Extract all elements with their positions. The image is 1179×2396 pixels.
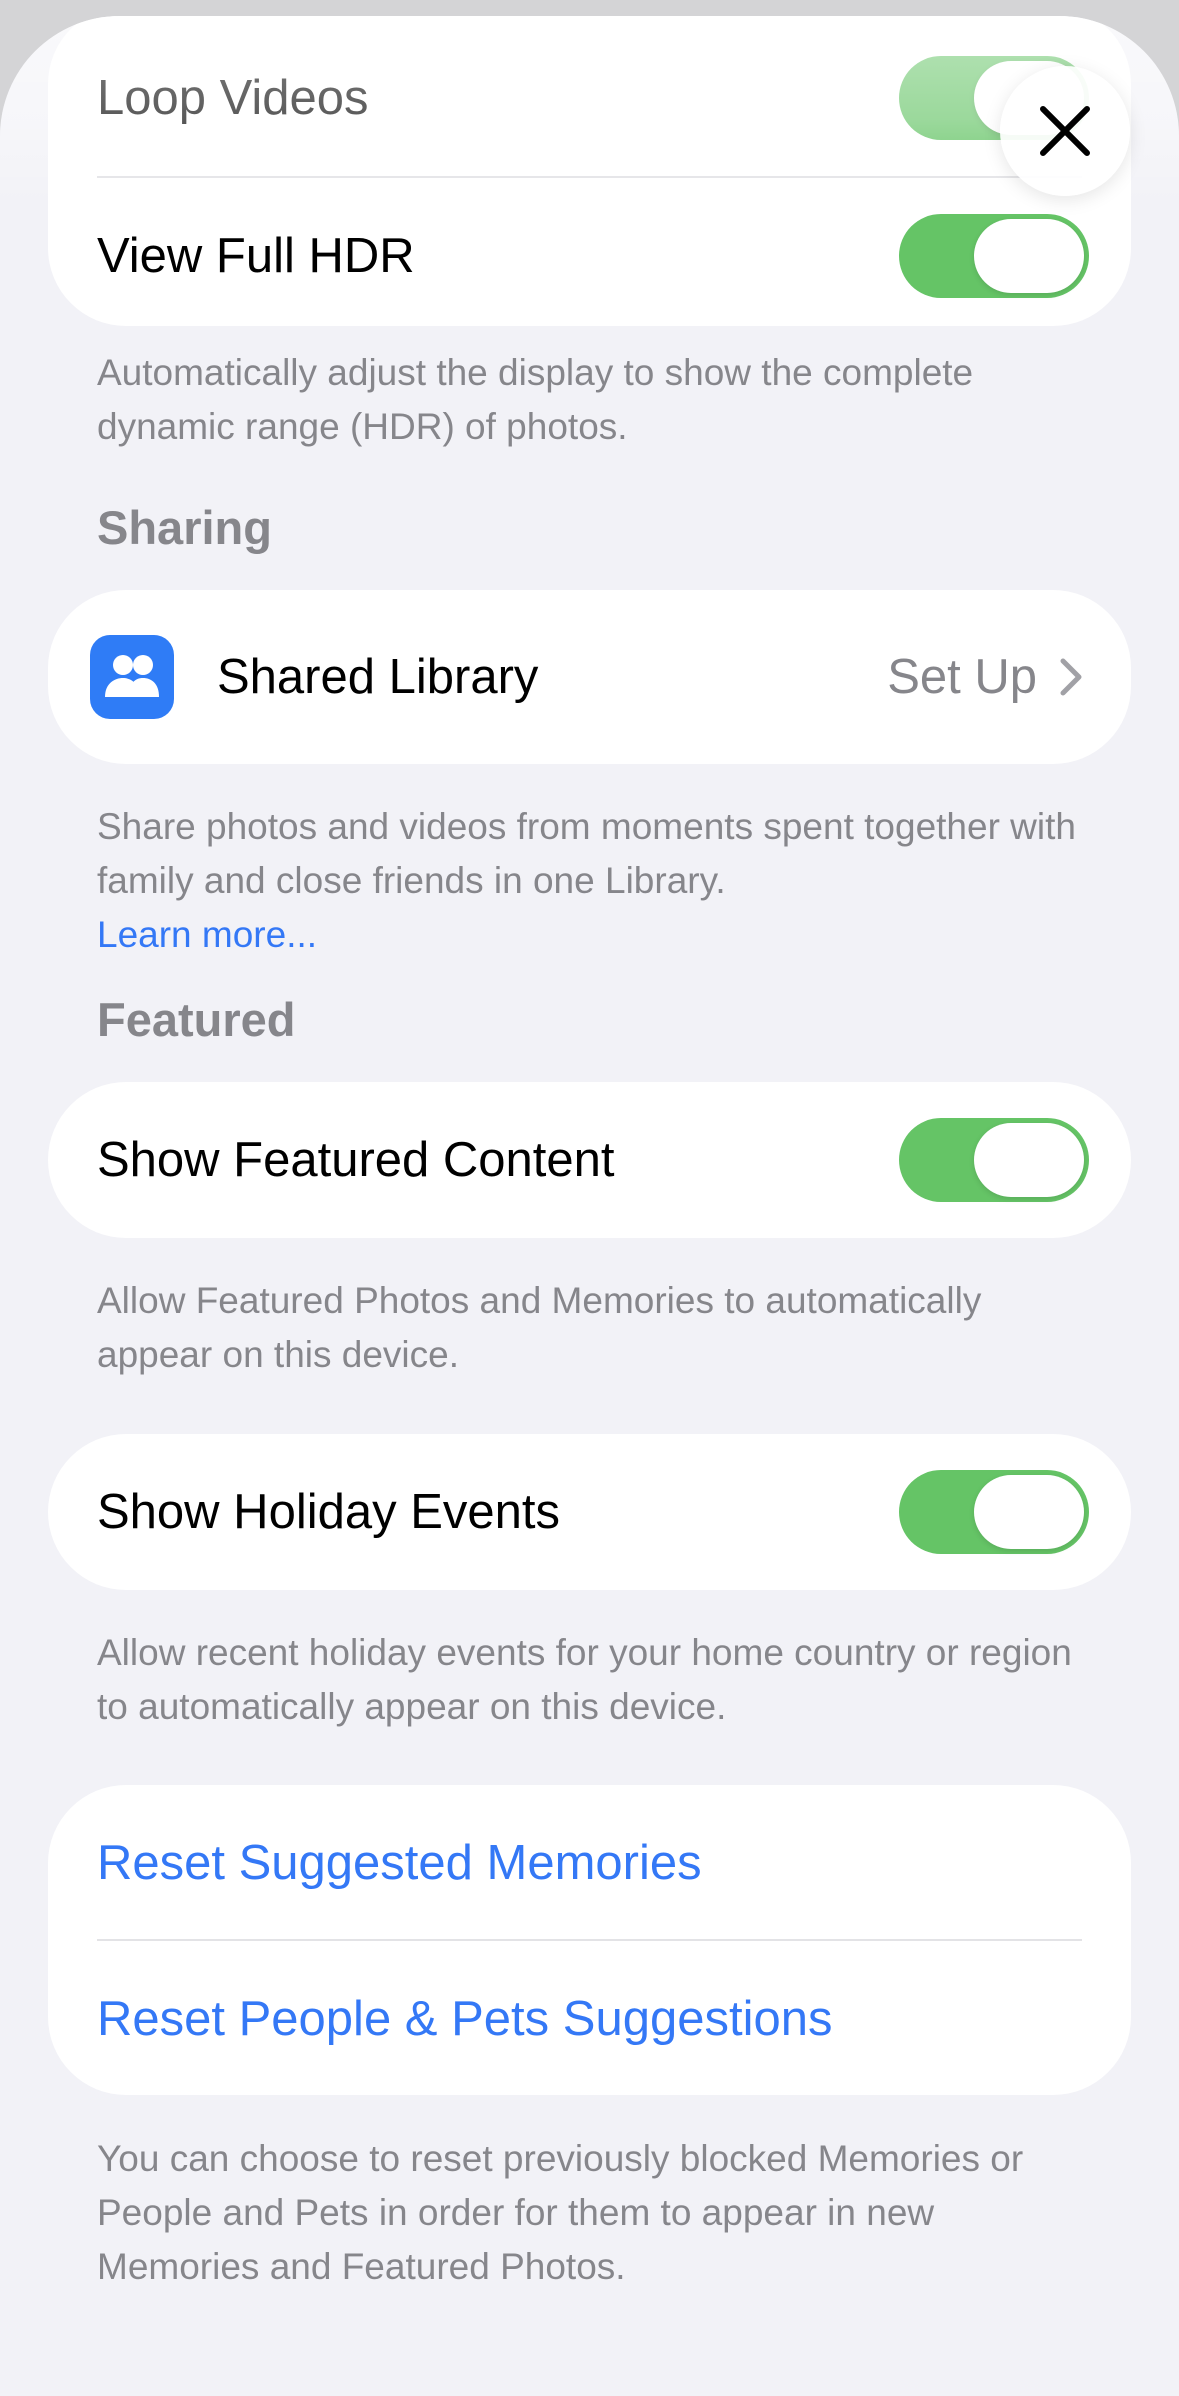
featured-content-group: Show Featured Content [48, 1082, 1131, 1238]
reset-suggested-memories-row[interactable]: Reset Suggested Memories [48, 1785, 1131, 1941]
close-button[interactable] [1000, 66, 1130, 196]
close-icon [1040, 106, 1090, 156]
shared-library-row[interactable]: Shared Library Set Up [48, 590, 1131, 764]
view-full-hdr-label: View Full HDR [97, 229, 415, 283]
view-full-hdr-row[interactable]: View Full HDR [48, 178, 1131, 326]
reset-people-pets-row[interactable]: Reset People & Pets Suggestions [48, 1941, 1131, 2095]
holiday-events-group: Show Holiday Events [48, 1434, 1131, 1590]
show-holiday-events-label: Show Holiday Events [97, 1485, 561, 1539]
show-holiday-events-row[interactable]: Show Holiday Events [48, 1434, 1131, 1590]
reset-suggested-memories-button[interactable]: Reset Suggested Memories [97, 1835, 702, 1891]
show-featured-content-label: Show Featured Content [97, 1133, 615, 1187]
chevron-right-icon [1060, 658, 1082, 696]
learn-more-link[interactable]: Learn more... [97, 914, 317, 955]
shared-library-label: Shared Library [217, 650, 539, 704]
hdr-footnote: Automatically adjust the display to show… [97, 352, 974, 447]
toggle-knob [974, 1475, 1084, 1549]
holiday-events-footnote: Allow recent holiday events for your hom… [97, 1632, 1072, 1727]
display-settings-group: Loop Videos View Full HDR [48, 16, 1131, 326]
toggle-knob [974, 219, 1084, 293]
sharing-footnote-text: Share photos and videos from moments spe… [97, 806, 1076, 901]
loop-videos-row[interactable]: Loop Videos [48, 20, 1131, 176]
people-icon [90, 635, 174, 719]
view-full-hdr-toggle[interactable] [899, 214, 1089, 298]
featured-content-footnote: Allow Featured Photos and Memories to au… [97, 1280, 982, 1375]
sharing-section-header: Sharing [97, 501, 272, 554]
sharing-group: Shared Library Set Up [48, 590, 1131, 764]
reset-footnote: You can choose to reset previously block… [97, 2138, 1024, 2287]
shared-library-value: Set Up [887, 650, 1037, 704]
show-featured-content-row[interactable]: Show Featured Content [48, 1082, 1131, 1238]
settings-sheet: Loop Videos View Full HDR Automatically … [0, 16, 1179, 2396]
toggle-knob [974, 1123, 1084, 1197]
loop-videos-label: Loop Videos [97, 71, 369, 125]
show-featured-content-toggle[interactable] [899, 1118, 1089, 1202]
sharing-footnote: Share photos and videos from moments spe… [97, 800, 1097, 962]
show-holiday-events-toggle[interactable] [899, 1470, 1089, 1554]
reset-group: Reset Suggested Memories Reset People & … [48, 1785, 1131, 2095]
reset-people-pets-button[interactable]: Reset People & Pets Suggestions [97, 1991, 832, 2047]
featured-section-header: Featured [97, 993, 296, 1046]
